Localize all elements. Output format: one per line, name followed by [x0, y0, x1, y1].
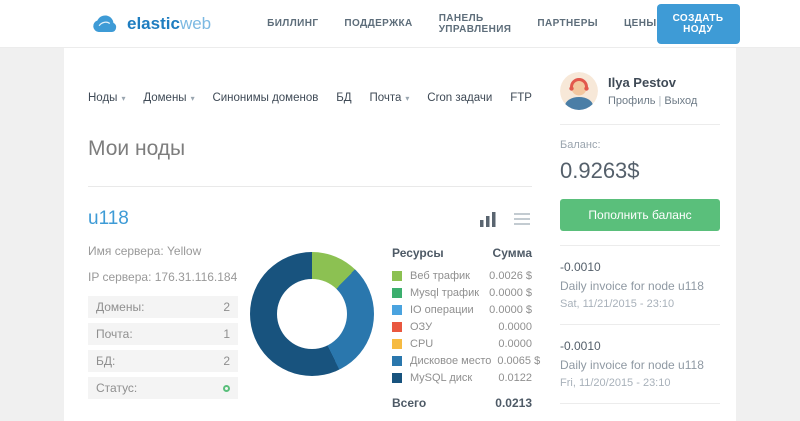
- stat-row-mail: Почта: 1: [88, 323, 238, 345]
- brand-name: elasticweb: [127, 13, 212, 33]
- subnav-nodes[interactable]: Ноды ▾: [88, 92, 125, 104]
- chevron-down-icon: ▾: [121, 93, 126, 103]
- legend-swatch: [392, 339, 402, 349]
- main-panel: Ноды ▾ Домены ▾ Синонимы доменов БД Почта ▾…: [64, 48, 560, 421]
- subnav-cron[interactable]: Cron задачи: [427, 92, 492, 104]
- resource-row-io: IO операции 0.0000 $: [392, 304, 532, 316]
- divider: [88, 186, 532, 187]
- chevron-down-icon: ▾: [190, 93, 195, 103]
- stat-row-domains: Домены: 2: [88, 296, 238, 318]
- topup-balance-button[interactable]: Пополнить баланс: [560, 199, 720, 231]
- col-resource: Ресурсы: [392, 246, 444, 260]
- resource-row-mysql-traffic: Mysql трафик 0.0000 $: [392, 287, 532, 299]
- invoice-amount: -0.0010: [560, 339, 601, 353]
- nav-billing[interactable]: БИЛЛИНГ: [267, 18, 318, 29]
- nav-prices[interactable]: ЦЕНЫ: [624, 18, 657, 29]
- status-ok-icon: [223, 384, 230, 392]
- divider: [560, 245, 720, 246]
- subnav-db[interactable]: БД: [336, 92, 351, 104]
- donut-wrap: [250, 252, 374, 410]
- list-view-button[interactable]: [512, 211, 532, 227]
- node-info: Имя сервера: Yellow IP сервера: 176.31.1…: [88, 244, 238, 410]
- main-nav: БИЛЛИНГ ПОДДЕРЖКА ПАНЕЛЬ УПРАВЛЕНИЯ ПАРТ…: [267, 13, 656, 35]
- legend-swatch: [392, 305, 402, 315]
- invoice-date: Fri, 11/20/2015 - 23:10: [560, 377, 671, 389]
- donut-hole: [277, 279, 347, 349]
- subnav: Ноды ▾ Домены ▾ Синонимы доменов БД Почта ▾…: [88, 92, 532, 104]
- subnav-mail[interactable]: Почта ▾: [369, 92, 409, 104]
- divider: [560, 324, 720, 325]
- user-name: Ilya Pestov: [608, 75, 676, 90]
- nav-control-panel[interactable]: ПАНЕЛЬ УПРАВЛЕНИЯ: [439, 13, 512, 35]
- legend-swatch: [392, 356, 402, 366]
- divider: [560, 403, 720, 404]
- page-content: Ноды ▾ Домены ▾ Синонимы доменов БД Почта ▾…: [64, 48, 736, 421]
- node-card: u118 Имя сервера: Yellow IP сервера: 176…: [88, 208, 540, 410]
- legend-swatch: [392, 288, 402, 298]
- bar-chart-icon: [480, 211, 496, 230]
- balance-value: 0.9263$: [560, 158, 640, 183]
- cloud-logo-icon: [88, 13, 120, 35]
- resources-table: Ресурсы Сумма Веб трафик 0.0026 $ Mysql …: [392, 244, 540, 410]
- resource-row-ram: ОЗУ 0.0000: [392, 321, 532, 333]
- user-block: Ilya Pestov Профиль | Выход: [560, 72, 720, 110]
- invoice-date: Sat, 11/21/2015 - 23:10: [560, 298, 675, 310]
- server-name-line: Имя сервера: Yellow: [88, 244, 202, 258]
- nav-support[interactable]: ПОДДЕРЖКА: [344, 18, 412, 29]
- logo[interactable]: elasticweb: [88, 13, 211, 35]
- logout-link[interactable]: Выход: [664, 95, 697, 107]
- node-title-link[interactable]: u118: [88, 208, 129, 230]
- profile-link[interactable]: Профиль: [608, 95, 656, 107]
- page-title: Мои ноды: [88, 137, 186, 160]
- resources-header: Ресурсы Сумма: [392, 246, 532, 260]
- hamburger-icon: [514, 213, 530, 228]
- invoice-amount: -0.0010: [560, 260, 601, 274]
- server-ip-line: IP сервера: 176.31.116.184: [88, 270, 238, 284]
- donut-chart: [250, 252, 374, 376]
- invoice-entry: -0.0010 Daily invoice for node u118 Sat,…: [560, 260, 720, 310]
- col-sum: Сумма: [492, 246, 532, 260]
- chevron-down-icon: ▾: [405, 93, 410, 103]
- nav-partners[interactable]: ПАРТНЕРЫ: [537, 18, 598, 29]
- divider: [560, 124, 720, 125]
- resource-row-cpu: CPU 0.0000: [392, 338, 532, 350]
- invoice-description: Daily invoice for node u118: [560, 279, 704, 293]
- legend-swatch: [392, 271, 402, 281]
- chart-view-button[interactable]: [478, 210, 498, 229]
- legend-swatch: [392, 322, 402, 332]
- invoice-entry: -0.0010 Daily invoice for node u118 Fri,…: [560, 339, 720, 389]
- subnav-domains[interactable]: Домены ▾: [143, 92, 194, 104]
- subnav-ftp[interactable]: FTP: [510, 92, 532, 104]
- create-node-button[interactable]: СОЗДАТЬ НОДУ: [656, 3, 740, 44]
- resources-total-row: Всего 0.0213: [392, 396, 532, 410]
- balance-label: Баланс:: [560, 139, 601, 151]
- resource-row-web-traffic: Веб трафик 0.0026 $: [392, 270, 532, 282]
- top-header: elasticweb БИЛЛИНГ ПОДДЕРЖКА ПАНЕЛЬ УПРА…: [0, 0, 800, 48]
- avatar[interactable]: [560, 72, 598, 110]
- subnav-domain-aliases[interactable]: Синонимы доменов: [212, 92, 318, 104]
- stat-row-db: БД: 2: [88, 350, 238, 372]
- stat-row-status: Статус:: [88, 377, 238, 399]
- legend-swatch: [392, 373, 402, 383]
- links-separator: |: [658, 95, 662, 107]
- invoice-description: Daily invoice for node u118: [560, 358, 704, 372]
- sidebar: Ilya Pestov Профиль | Выход Баланс: 0.9263…: [560, 48, 736, 421]
- resource-row-mysql-disk: MySQL диск 0.0122: [392, 372, 532, 384]
- resource-row-disk: Дисковое место 0.0065 $: [392, 355, 540, 367]
